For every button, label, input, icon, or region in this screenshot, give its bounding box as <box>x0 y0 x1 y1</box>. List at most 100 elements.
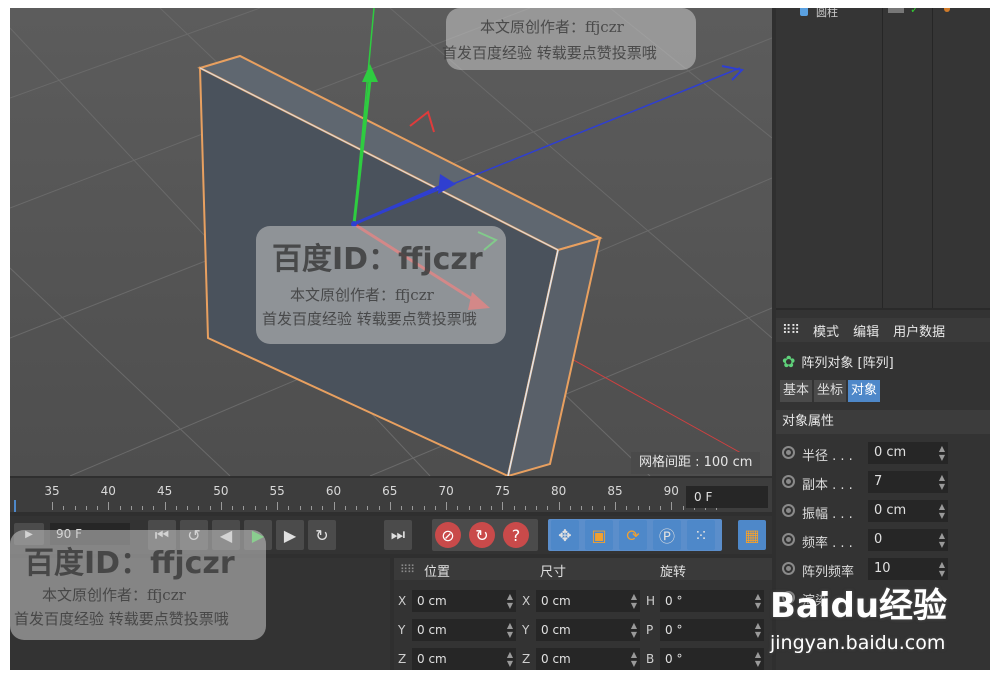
timeline-tick <box>367 506 369 510</box>
rotation-field[interactable]: 0 ° ▲ ▼ <box>660 648 764 670</box>
object-title: 阵列对象 [阵列] <box>801 355 894 371</box>
spinner-icon[interactable]: ▲ ▼ <box>507 592 513 610</box>
timeline-tick <box>119 506 121 510</box>
timeline-tick <box>626 506 628 510</box>
position-field[interactable]: 0 cm ▲ ▼ <box>412 619 516 641</box>
size-field[interactable]: 0 cm ▲ ▼ <box>536 619 640 641</box>
prop-frequency: 频率 . . . 0 ▲ ▼ <box>780 529 988 553</box>
coordinates-header: ⠿⠿ 位置 尺寸 旋转 <box>394 558 772 580</box>
keyframe-radio[interactable] <box>782 446 795 459</box>
watermark-line2: 首发百度经验 转载要点赞投票哦 <box>442 44 657 62</box>
watermark-line1: 本文原创作者：ffjczr <box>290 286 434 304</box>
spinner-icon[interactable]: ▲ ▼ <box>939 473 945 491</box>
field-value: 7 <box>874 474 883 489</box>
size-field[interactable]: 0 cm ▲ ▼ <box>536 648 640 670</box>
right-panel: 圆柱 ✓ ⠿⠿ 模式 编辑 用户数据 ✿ 阵列对象 [阵列] 基本 坐标 对象 … <box>776 8 990 670</box>
timeline-tick <box>547 506 549 510</box>
header-rotation: 旋转 <box>660 565 687 580</box>
spinner-icon[interactable]: ▲ ▼ <box>939 502 945 520</box>
timeline-tick-label: 85 <box>607 484 623 498</box>
timeline-tick <box>63 506 65 510</box>
keyframe-radio[interactable] <box>782 504 795 517</box>
position-axis-label: Y <box>398 623 406 637</box>
rotation-field[interactable]: 0 ° ▲ ▼ <box>660 619 764 641</box>
param-icon[interactable]: Ⓟ <box>653 520 681 550</box>
spinner-icon[interactable]: ▲ ▼ <box>507 621 513 639</box>
rotation-axis-label: B <box>646 652 655 666</box>
rotation-axis-label: H <box>646 594 656 608</box>
size-field[interactable]: 0 cm ▲ ▼ <box>536 590 640 612</box>
timeline-tick-label: 60 <box>325 484 342 498</box>
timeline-tick <box>164 502 166 510</box>
frequency-field[interactable]: 0 ▲ ▼ <box>868 529 948 551</box>
film-icon[interactable]: ▦ <box>738 520 766 550</box>
keyframe-radio[interactable] <box>782 533 795 546</box>
timeline-tick <box>187 506 189 510</box>
check-icon[interactable]: ✓ <box>910 8 919 16</box>
radius-field[interactable]: 0 cm ▲ ▼ <box>868 442 948 464</box>
section-title: 对象属性 <box>776 410 990 434</box>
timeline-tick-label: 40 <box>100 484 116 498</box>
timeline-tick-label: 35 <box>44 484 60 498</box>
record-key-icon[interactable]: ⊘ <box>435 522 461 548</box>
auto-key-icon[interactable]: ↻ <box>469 522 495 548</box>
baidu-url: jingyan.baidu.com <box>770 632 946 654</box>
move-icon[interactable]: ✥ <box>551 520 579 550</box>
array-frequency-field[interactable]: 10 ▲ ▼ <box>868 558 948 580</box>
spinner-icon[interactable]: ▲ ▼ <box>631 650 637 668</box>
prop-copies: 副本 . . . 7 ▲ ▼ <box>780 471 988 495</box>
goto-end-icon[interactable]: ⏭ <box>384 520 412 550</box>
position-field[interactable]: 0 cm ▲ ▼ <box>412 590 516 612</box>
keyframe-radio[interactable] <box>782 562 795 575</box>
position-field[interactable]: 0 cm ▲ ▼ <box>412 648 516 670</box>
spinner-icon[interactable]: ▲ ▼ <box>631 592 637 610</box>
column-divider <box>932 8 933 308</box>
tag-icon[interactable] <box>944 8 950 12</box>
spinner-icon[interactable]: ▲ ▼ <box>939 560 945 578</box>
cylinder-icon <box>800 8 808 16</box>
timeline-tick <box>265 506 267 510</box>
timeline-tick <box>254 506 256 510</box>
tab-coord[interactable]: 坐标 <box>814 380 847 402</box>
timeline-ruler[interactable]: 35 40 45 50 55 60 65 70 75 80 85 90 <box>10 478 772 512</box>
spinner-icon[interactable]: ▲ ▼ <box>631 621 637 639</box>
field-value: 0 cm <box>541 623 571 637</box>
attributes-menubar: ⠿⠿ 模式 编辑 用户数据 <box>776 318 990 342</box>
timeline-tick <box>603 506 605 510</box>
timeline-tick <box>592 506 594 510</box>
grid-spacing-label: 网格间距 : 100 cm <box>631 452 761 474</box>
rotate-icon[interactable]: ⟳ <box>619 520 647 550</box>
points-icon[interactable]: ⁙ <box>687 520 715 550</box>
timeline-tick <box>479 506 481 510</box>
timeline-tick-label: 75 <box>494 484 511 498</box>
position-axis-label: Z <box>398 652 407 666</box>
spinner-icon[interactable]: ▲ ▼ <box>755 621 761 639</box>
menu-edit[interactable]: 编辑 <box>853 321 879 340</box>
keyframe-radio[interactable] <box>782 475 795 488</box>
menu-mode[interactable]: 模式 <box>813 321 839 340</box>
timeline-tick <box>85 506 87 510</box>
spinner-icon[interactable]: ▲ ▼ <box>939 444 945 462</box>
timeline-tick <box>401 506 403 510</box>
next-key-icon[interactable]: ↻ <box>308 520 336 550</box>
tab-object[interactable]: 对象 <box>848 380 881 402</box>
spinner-icon[interactable]: ▲ ▼ <box>755 592 761 610</box>
object-row[interactable]: 圆柱 ✓ <box>776 8 990 22</box>
timeline-tick <box>232 506 234 510</box>
tab-basic[interactable]: 基本 <box>780 380 813 402</box>
playhead[interactable] <box>14 500 16 512</box>
object-manager[interactable]: 圆柱 ✓ <box>776 8 990 310</box>
amplitude-field[interactable]: 0 cm ▲ ▼ <box>868 500 948 522</box>
next-frame-icon[interactable]: ▶ <box>276 520 304 550</box>
field-value: 0 cm <box>541 652 571 666</box>
scale-icon[interactable]: ▣ <box>585 520 613 550</box>
spinner-icon[interactable]: ▲ ▼ <box>939 531 945 549</box>
spinner-icon[interactable]: ▲ ▼ <box>755 650 761 668</box>
menu-user-data[interactable]: 用户数据 <box>893 321 945 340</box>
current-frame-field[interactable]: 0 F <box>686 486 768 508</box>
copies-field[interactable]: 7 ▲ ▼ <box>868 471 948 493</box>
rotation-field[interactable]: 0 ° ▲ ▼ <box>660 590 764 612</box>
timeline-tick <box>423 506 425 510</box>
key-help-icon[interactable]: ? <box>503 522 529 548</box>
spinner-icon[interactable]: ▲ ▼ <box>507 650 513 668</box>
